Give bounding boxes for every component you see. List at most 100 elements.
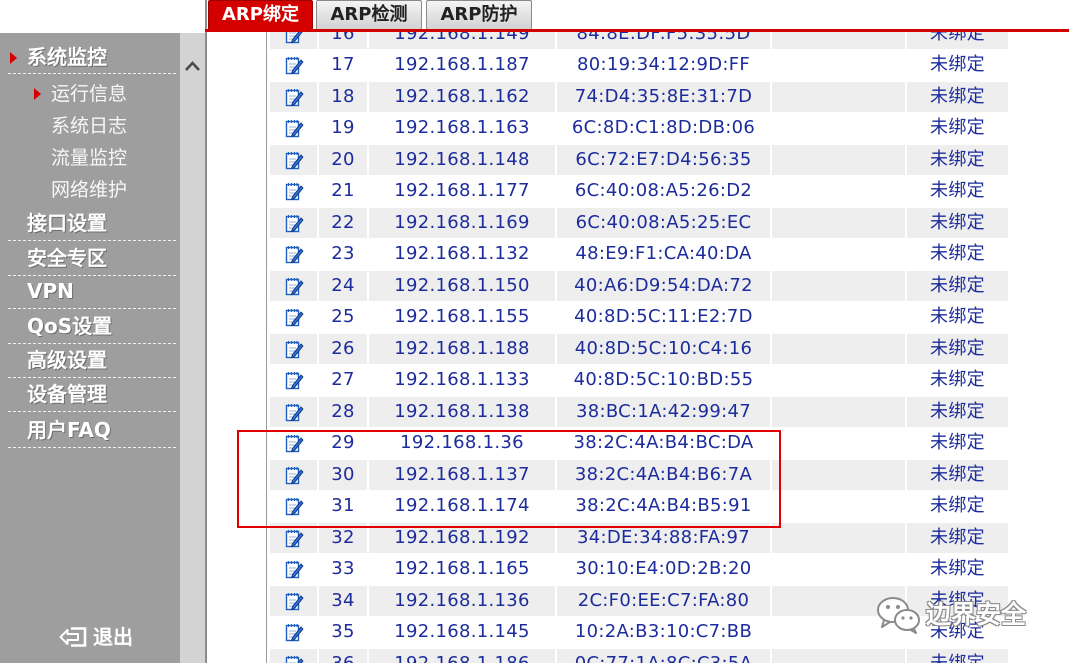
row-ip-address: 192.168.1.177 — [394, 180, 530, 202]
main-panel: ARP绑定 ARP检测 ARP防护 16 192.168.1.149 84:8E:D… — [205, 0, 1069, 663]
edit-icon[interactable] — [284, 528, 304, 549]
edit-icon[interactable] — [284, 496, 304, 517]
row-blank-cell — [772, 396, 905, 428]
edit-icon[interactable] — [284, 150, 304, 171]
edit-icon[interactable] — [284, 559, 304, 580]
menu-item-run-info[interactable]: 运行信息 — [51, 78, 127, 110]
row-index: 23 — [331, 243, 355, 265]
edit-cell — [270, 428, 317, 459]
row-blank-cell — [772, 176, 905, 207]
edit-icon[interactable] — [284, 370, 304, 391]
row-ip-address: 192.168.1.192 — [369, 522, 555, 554]
menu-item-network-maintenance[interactable]: 网络维护 — [51, 174, 127, 206]
row-index: 31 — [331, 495, 355, 517]
logout-button[interactable]: 退出 — [58, 624, 133, 650]
row-bind-status: 未绑定 — [907, 396, 1008, 428]
edit-icon[interactable] — [284, 213, 304, 234]
edit-icon[interactable] — [284, 591, 304, 612]
menu-security-zone[interactable]: 安全专区 — [8, 242, 176, 276]
menu-interface-settings[interactable]: 接口设置 — [8, 207, 176, 241]
row-ip-address: 192.168.1.165 — [394, 558, 530, 580]
arp-row: 26 192.168.1.188 40:8D:5C:10:C4:16 未绑定 — [270, 333, 1008, 366]
edit-icon[interactable] — [284, 32, 304, 45]
arp-row: 32 192.168.1.192 34:DE:34:88:FA:97 未绑定 — [270, 522, 1008, 555]
menu-device-management[interactable]: 设备管理 — [8, 378, 176, 412]
edit-cell — [270, 554, 317, 585]
row-blank-cell — [772, 270, 905, 302]
arp-row: 28 192.168.1.138 38:BC:1A:42:99:47 未绑定 — [270, 396, 1008, 429]
edit-icon[interactable] — [284, 55, 304, 76]
row-index: 19 — [331, 117, 355, 139]
row-ip-address: 192.168.1.132 — [394, 243, 530, 265]
edit-cell — [270, 333, 317, 365]
arp-binding-table: 16 192.168.1.149 84:8E:DF:F5:35:5D 未绑定 17 192… — [267, 32, 1069, 663]
row-blank-cell — [772, 239, 905, 270]
row-bind-status: 未绑定 — [930, 54, 985, 76]
edit-icon[interactable] — [284, 622, 304, 643]
tab-arp-detection[interactable]: ARP检测 — [316, 0, 422, 29]
row-bind-status: 未绑定 — [907, 270, 1008, 302]
panel-divider — [205, 0, 207, 663]
row-blank-cell — [772, 50, 905, 81]
row-blank-cell — [772, 648, 905, 663]
tab-bar: ARP绑定 ARP检测 ARP防护 — [205, 0, 1069, 29]
menu-qos-settings[interactable]: QoS设置 — [8, 310, 176, 344]
row-index: 21 — [331, 180, 355, 202]
tab-arp-protection[interactable]: ARP防护 — [426, 0, 532, 29]
row-blank-cell — [772, 333, 905, 365]
arp-row: 16 192.168.1.149 84:8E:DF:F5:35:5D 未绑定 — [270, 32, 1008, 50]
row-index: 27 — [331, 369, 355, 391]
menu-item-system-log[interactable]: 系统日志 — [51, 110, 127, 142]
row-ip-address: 192.168.1.137 — [369, 459, 555, 491]
edit-icon[interactable] — [284, 654, 304, 663]
row-mac-address: 48:E9:F1:CA:40:DA — [575, 243, 752, 265]
row-mac-address: 40:8D:5C:10:BD:55 — [573, 369, 754, 391]
sidebar-nav: 系统监控 运行信息 系统日志 流量监控 网络维护 接口设置 安全专区 VPN Q… — [0, 0, 205, 663]
row-mac-address: 38:BC:1A:42:99:47 — [557, 396, 770, 428]
arp-row: 36192.168.1.1860C:77:1A:8C:C3:5A 未绑定 — [270, 648, 1008, 663]
edit-icon[interactable] — [284, 181, 304, 202]
edit-icon[interactable] — [284, 465, 304, 486]
edit-icon[interactable] — [284, 87, 304, 108]
row-index: 33 — [331, 558, 355, 580]
arp-row: 33 192.168.1.165 30:10:E4:0D:2B:20 未绑定 — [270, 554, 1008, 586]
row-blank-cell — [772, 522, 905, 554]
edit-cell — [270, 113, 317, 144]
edit-cell — [270, 270, 317, 302]
chevron-up-icon[interactable] — [184, 58, 201, 74]
row-bind-status: 未绑定 — [930, 558, 985, 580]
sidebar-scrollbar[interactable] — [180, 33, 205, 663]
row-bind-status: 未绑定 — [930, 369, 985, 391]
row-ip-address: 192.168.1.148 — [369, 144, 555, 176]
edit-icon[interactable] — [284, 433, 304, 454]
edit-icon[interactable] — [284, 339, 304, 360]
row-index: 32 — [319, 522, 367, 554]
menu-user-faq[interactable]: 用户FAQ — [8, 414, 176, 448]
row-mac-address: 6C:72:E7:D4:56:35 — [557, 144, 770, 176]
arp-row: 30 192.168.1.137 38:2C:4A:B4:B6:7A 未绑定 — [270, 459, 1008, 492]
row-mac-address: 38:2C:4A:B4:B6:7A — [557, 459, 770, 491]
edit-icon[interactable] — [284, 307, 304, 328]
edit-cell — [270, 176, 317, 207]
row-mac-address: 0C:77:1A:8C:C3:5A — [557, 648, 770, 663]
menu-item-traffic-monitor[interactable]: 流量监控 — [51, 142, 127, 174]
menu-vpn[interactable]: VPN — [8, 275, 176, 309]
edit-cell — [270, 302, 317, 333]
row-ip-address: 192.168.1.36 — [400, 432, 524, 454]
tab-arp-binding[interactable]: ARP绑定 — [208, 0, 313, 29]
menu-system-monitor[interactable]: 系统监控 — [8, 42, 176, 74]
row-index: 20 — [319, 144, 367, 176]
edit-icon[interactable] — [284, 118, 304, 139]
row-mac-address: 38:2C:4A:B4:B5:91 — [575, 495, 752, 517]
row-index: 22 — [319, 207, 367, 239]
edit-icon[interactable] — [284, 402, 304, 423]
row-ip-address: 192.168.1.149 — [369, 32, 555, 50]
row-bind-status: 未绑定 — [930, 180, 985, 202]
row-mac-address: 2C:F0:EE:C7:FA:80 — [557, 585, 770, 617]
row-bind-status: 未绑定 — [907, 81, 1008, 113]
edit-icon[interactable] — [284, 276, 304, 297]
row-mac-address: 40:8D:5C:10:C4:16 — [557, 333, 770, 365]
row-mac-address: 6C:40:08:A5:25:EC — [557, 207, 770, 239]
edit-icon[interactable] — [284, 244, 304, 265]
menu-advanced-settings[interactable]: 高级设置 — [8, 344, 176, 378]
